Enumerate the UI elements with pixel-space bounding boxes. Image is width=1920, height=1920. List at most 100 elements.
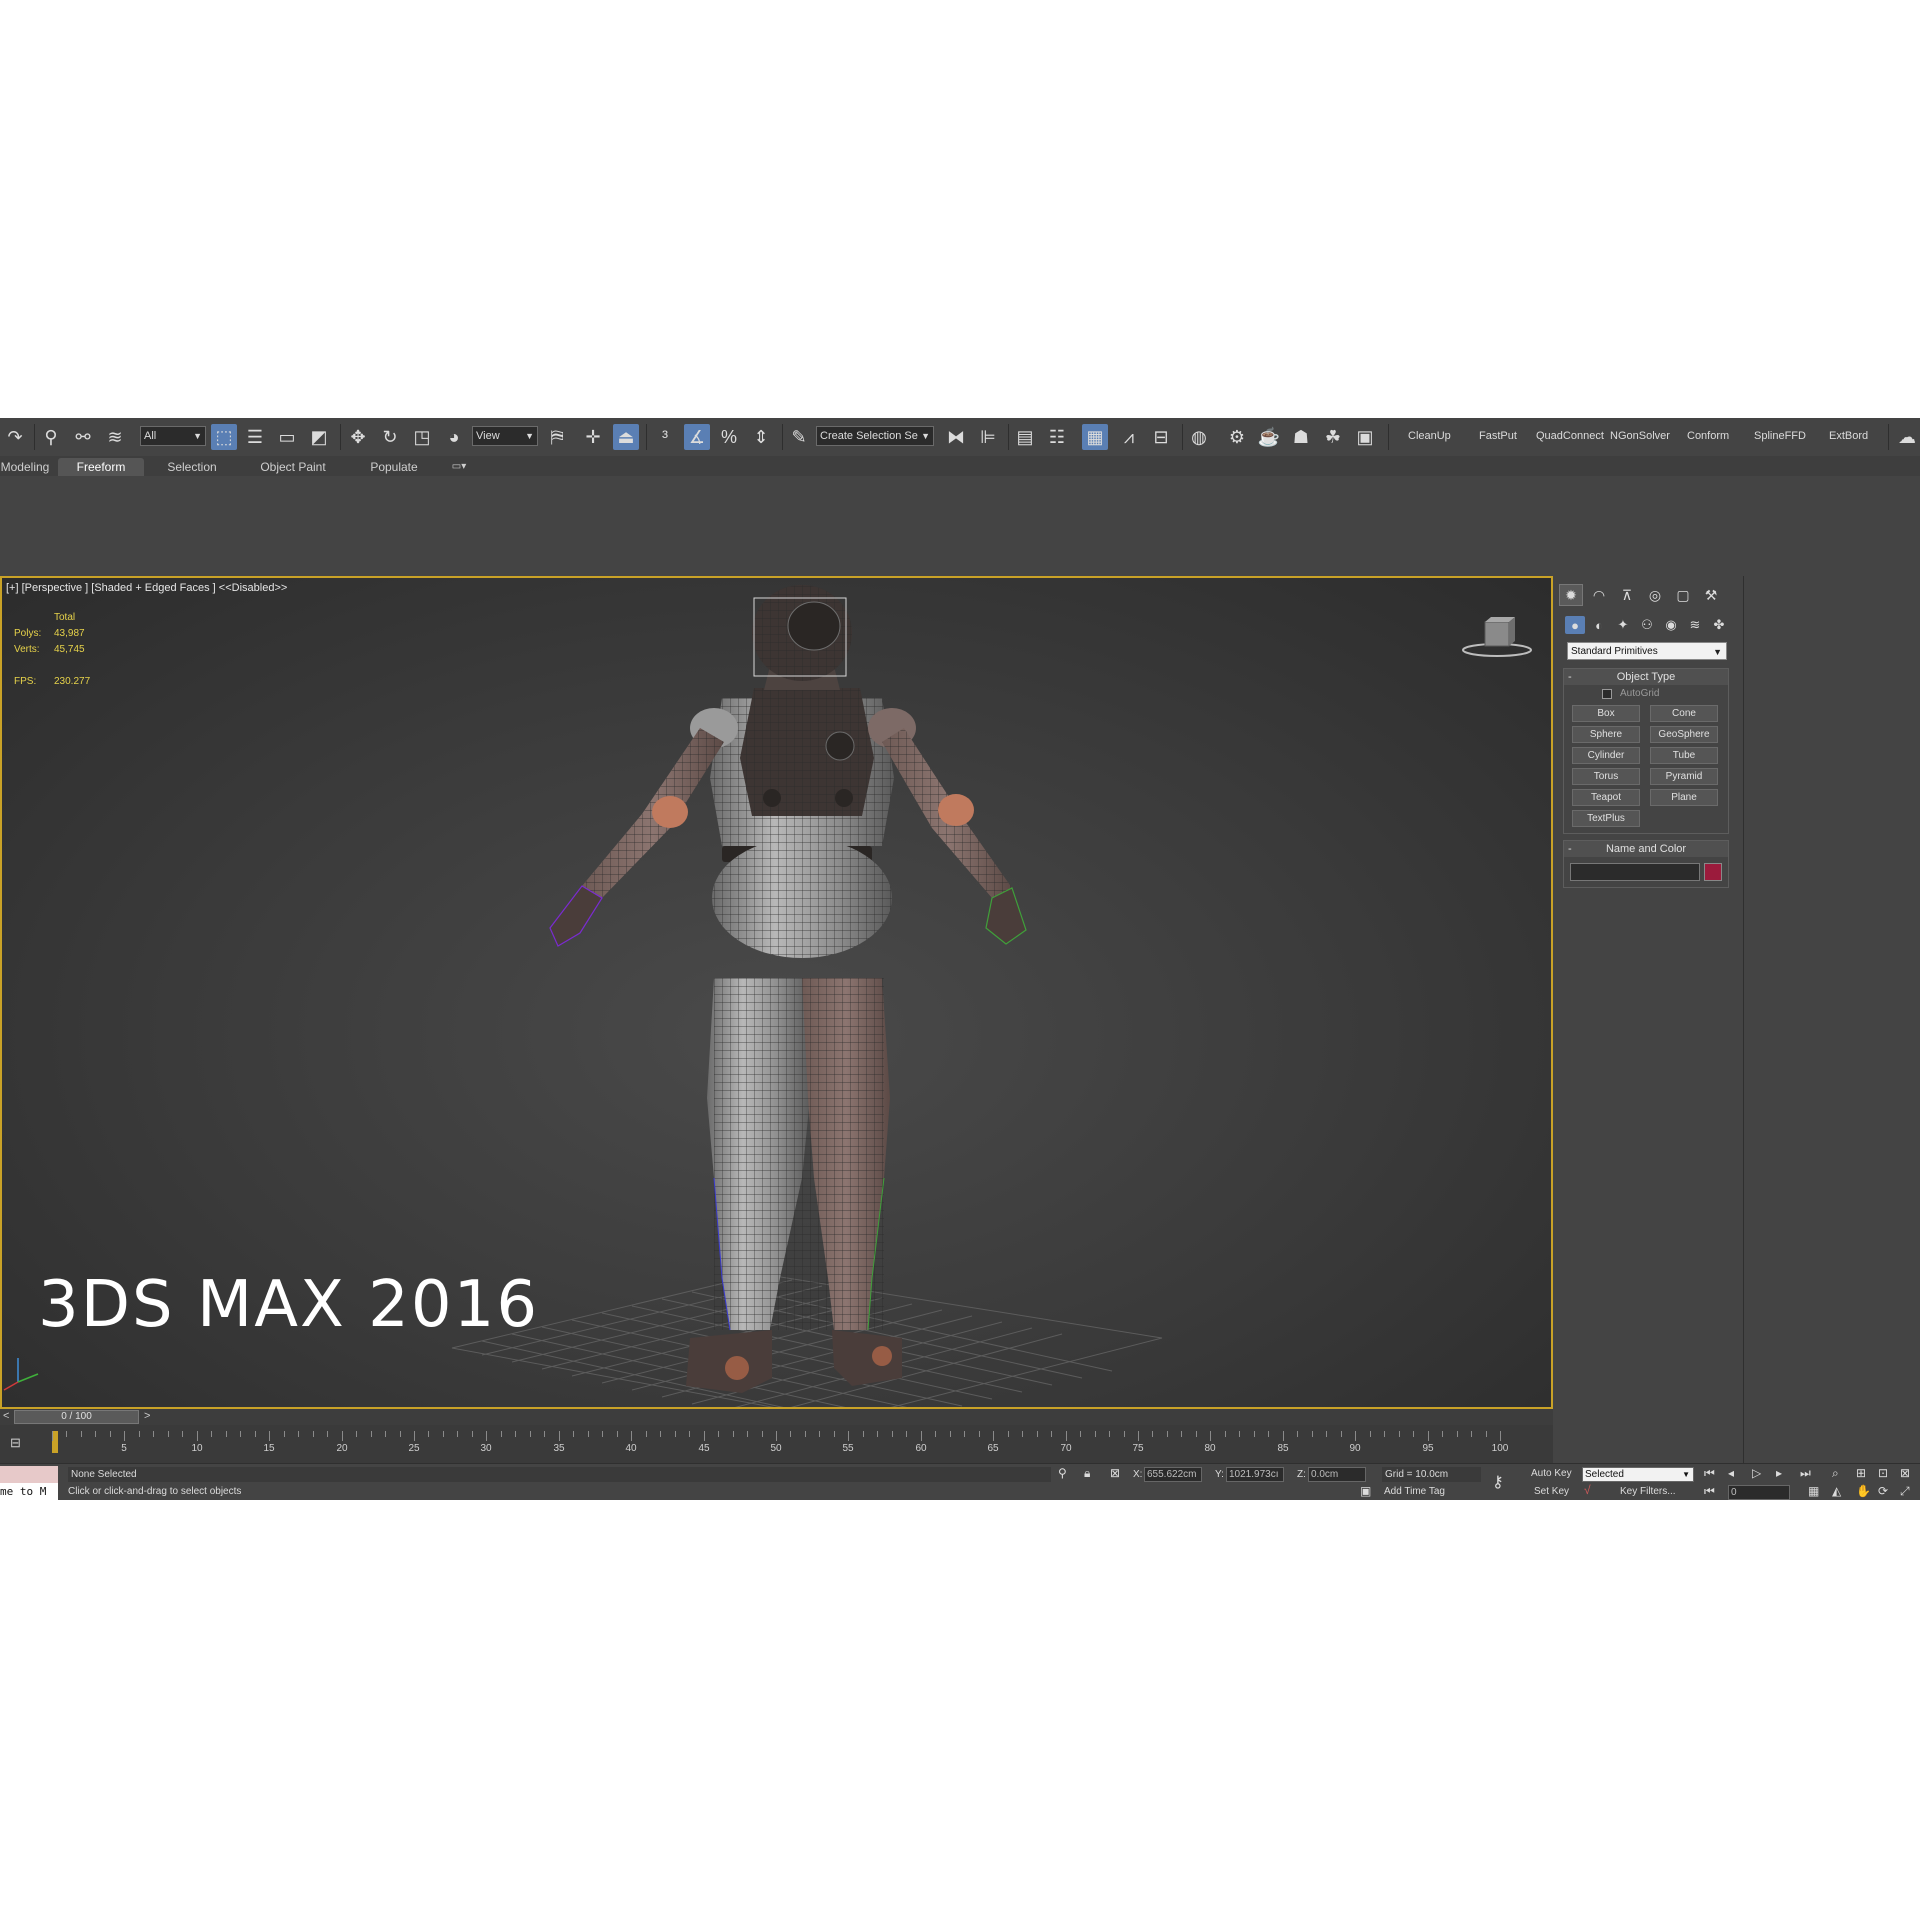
cameras-icon[interactable]: ⚇ [1637, 616, 1657, 634]
select-object-icon[interactable]: ⬚ [211, 424, 237, 450]
time-slider[interactable]: < 0 / 100 > [0, 1409, 1553, 1425]
viewcube-icon[interactable] [1461, 614, 1533, 662]
auto-key-button[interactable]: Auto Key [1531, 1468, 1572, 1479]
y-coordinate-input[interactable]: 1021.973cı [1226, 1467, 1284, 1482]
plugin-fastput-button[interactable]: FastPut [1479, 430, 1517, 442]
select-and-move-icon[interactable]: ✥ [345, 424, 371, 450]
plugin-extbord-button[interactable]: ExtBord [1829, 430, 1868, 442]
curve-editor-icon[interactable]: ⩘ [1116, 424, 1142, 450]
spinner-snap-toggle-icon[interactable]: ⇕ [748, 424, 774, 450]
key-filters-button[interactable]: Key Filters... [1620, 1486, 1676, 1497]
plane-button[interactable]: Plane [1650, 789, 1718, 806]
display-panel-icon[interactable]: ▢ [1671, 584, 1695, 606]
tab-selection[interactable]: Selection [152, 458, 232, 476]
zoom-extents-icon[interactable]: ⊡ [1878, 1466, 1888, 1480]
field-of-view-icon[interactable]: ◭ [1832, 1484, 1841, 1498]
motion-panel-icon[interactable]: ◎ [1643, 584, 1667, 606]
orbit-icon[interactable]: ⟳ [1878, 1484, 1888, 1498]
bind-to-space-warp-icon[interactable]: ≋ [102, 424, 128, 450]
maxscript-input[interactable]: me to M [0, 1483, 58, 1500]
name-and-color-rollout-header[interactable]: - Name and Color [1564, 841, 1728, 857]
viewport-label[interactable]: [+] [Perspective ] [Shaded + Edged Faces… [6, 582, 287, 594]
tab-object-paint[interactable]: Object Paint [248, 458, 338, 476]
time-configuration-icon[interactable]: ▦ [1808, 1484, 1819, 1498]
default-in-out-tangents-icon[interactable]: √ [1584, 1483, 1591, 1497]
set-key-button[interactable]: Set Key [1534, 1486, 1569, 1497]
track-bar[interactable]: ⊟ 5 10 15 20 25 30 35 40 45 50 55 60 65 70 75 80 85 90 95 1… [0, 1425, 1553, 1463]
systems-icon[interactable]: ✤ [1709, 616, 1729, 634]
select-and-place-icon[interactable]: ◕ [441, 424, 467, 450]
time-slider-thumb[interactable]: 0 / 100 [14, 1410, 139, 1424]
unlink-selection-icon[interactable]: ⚯ [70, 424, 96, 450]
scene-explorer-icon[interactable]: ▦ [1082, 424, 1108, 450]
tab-freeform[interactable]: Freeform [58, 458, 144, 476]
render-production-icon[interactable]: ☗ [1288, 424, 1314, 450]
track-ruler[interactable]: 5 10 15 20 25 30 35 40 45 50 55 60 65 70 75 80 85 90 95 100 [52, 1431, 1508, 1457]
lights-icon[interactable]: ✦ [1613, 616, 1633, 634]
zoom-icon[interactable]: ⌕ [1832, 1466, 1839, 1481]
redo-icon[interactable]: ↷ [2, 424, 28, 450]
percent-snap-toggle-icon[interactable]: % [716, 424, 742, 450]
z-coordinate-input[interactable]: 0.0cm [1308, 1467, 1366, 1482]
go-to-end-icon[interactable]: ⏭ [1800, 1466, 1811, 1481]
rendered-frame-window-icon[interactable]: ☕ [1256, 424, 1282, 450]
render-in-cloud-icon[interactable]: ▣ [1352, 424, 1378, 450]
render-iterative-icon[interactable]: ☘ [1320, 424, 1346, 450]
object-color-swatch[interactable] [1704, 863, 1722, 881]
mini-curve-editor-icon[interactable]: ⊟ [10, 1435, 21, 1451]
selection-lock-icon[interactable]: 🔒︎ [1084, 1466, 1090, 1481]
time-slider-prev-icon[interactable]: < [3, 1410, 9, 1422]
ribbon-options-icon[interactable]: ▭▾ [446, 458, 472, 476]
window-crossing-icon[interactable]: ◩ [306, 424, 332, 450]
torus-button[interactable]: Torus [1572, 768, 1640, 785]
play-icon[interactable]: ▷ [1752, 1466, 1761, 1480]
hierarchy-panel-icon[interactable]: ⊼ [1615, 584, 1639, 606]
tube-button[interactable]: Tube [1650, 747, 1718, 764]
plugin-quadconnect-button[interactable]: QuadConnect [1536, 430, 1604, 442]
tab-modeling[interactable]: Modeling [0, 458, 50, 476]
box-button[interactable]: Box [1572, 705, 1640, 722]
textplus-button[interactable]: TextPlus [1572, 810, 1640, 827]
snaps-toggle-icon[interactable]: ³ [652, 424, 678, 450]
current-frame-input[interactable]: 0 [1728, 1485, 1790, 1500]
select-by-name-icon[interactable]: ☰ [242, 424, 268, 450]
angle-snap-toggle-icon[interactable]: ∡ [684, 424, 710, 450]
geometry-icon[interactable]: ● [1565, 616, 1585, 634]
add-time-tag-button[interactable]: Add Time Tag [1384, 1484, 1445, 1499]
object-name-input[interactable] [1570, 863, 1700, 881]
shapes-icon[interactable]: ◐ [1589, 616, 1609, 634]
time-tag-icon[interactable]: ▣ [1360, 1484, 1371, 1498]
tab-populate[interactable]: Populate [354, 458, 434, 476]
keyboard-shortcut-override-icon[interactable]: ⏏ [613, 424, 639, 450]
object-category-dropdown[interactable]: Standard Primitives ▼ [1567, 642, 1727, 660]
select-and-rotate-icon[interactable]: ↻ [377, 424, 403, 450]
teapot-button[interactable]: Teapot [1572, 789, 1640, 806]
key-mode-dropdown[interactable]: Selected ▼ [1582, 1467, 1694, 1482]
perspective-viewport[interactable]: [+] [Perspective ] [Shaded + Edged Faces… [0, 576, 1553, 1409]
geosphere-button[interactable]: GeoSphere [1650, 726, 1718, 743]
use-pivot-center-icon[interactable]: ⛿ [544, 424, 570, 450]
isolate-selection-icon[interactable]: ⚲ [1058, 1466, 1067, 1480]
mirror-icon[interactable]: ⧓ [943, 424, 969, 450]
key-mode-toggle-icon[interactable]: ⏮ [1704, 1484, 1715, 1499]
plugin-ngonsolver-button[interactable]: NGonSolver [1610, 430, 1670, 442]
edit-named-selection-sets-icon[interactable]: ✎ [786, 424, 812, 450]
x-coordinate-input[interactable]: 655.622cm [1144, 1467, 1202, 1482]
maximize-viewport-icon[interactable]: ⤢ [1900, 1484, 1910, 1499]
layer-explorer-icon[interactable]: ▤ [1012, 424, 1038, 450]
plugin-cleanup-button[interactable]: CleanUp [1408, 430, 1451, 442]
plugin-conform-button[interactable]: Conform [1687, 430, 1729, 442]
schematic-view-icon[interactable]: ⊟ [1148, 424, 1174, 450]
select-and-scale-icon[interactable]: ◳ [409, 424, 435, 450]
maxscript-listener[interactable]: me to M [0, 1466, 58, 1500]
cylinder-button[interactable]: Cylinder [1572, 747, 1640, 764]
next-frame-icon[interactable]: ▸ [1776, 1466, 1782, 1480]
utilities-panel-icon[interactable]: ⚒ [1699, 584, 1723, 606]
reference-coordinate-dropdown[interactable]: View ▼ [472, 426, 538, 446]
pan-view-icon[interactable]: ✋ [1856, 1484, 1871, 1498]
material-editor-icon[interactable]: ◍ [1186, 424, 1212, 450]
selection-filter-dropdown[interactable]: All ▼ [140, 426, 206, 446]
sphere-button[interactable]: Sphere [1572, 726, 1640, 743]
space-warps-icon[interactable]: ≋ [1685, 616, 1705, 634]
create-panel-icon[interactable]: ✹ [1559, 584, 1583, 606]
